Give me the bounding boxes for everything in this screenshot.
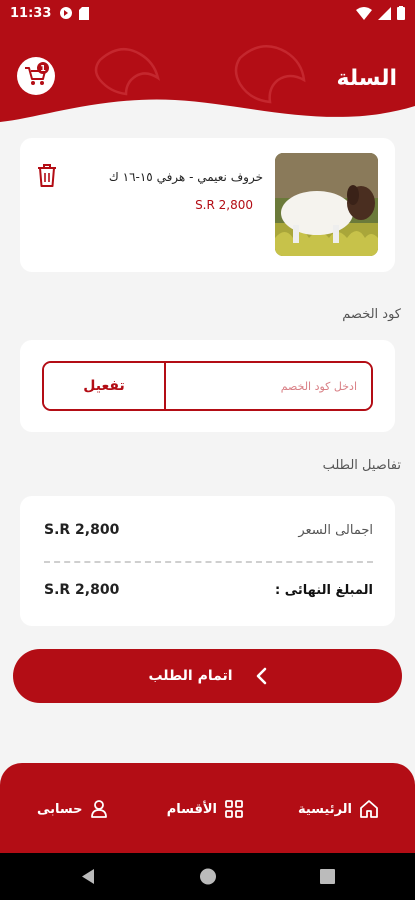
cart-count-badge: 1 [37,62,49,74]
back-icon[interactable] [82,869,94,884]
total-price-row: S.R 2,800 اجمالى السعر [44,522,373,538]
order-details-label: تفاصيل الطلب [322,458,401,473]
coupon-input[interactable] [166,363,371,409]
home-icon [360,800,378,818]
user-icon [90,800,107,818]
apply-coupon-button[interactable]: تفعيل [44,363,166,409]
nav-categories[interactable]: الأقسام [167,799,244,819]
notification-icon [60,7,73,19]
bottom-navigation: الرئيسية الأقسام حسابى [0,763,415,853]
delete-item-button[interactable] [35,162,59,188]
system-navigation-bar [0,853,415,900]
battery-icon [397,6,405,20]
status-bar: 11:33 [0,0,415,26]
coupon-section-label: كود الخصم [342,307,401,322]
product-price: S.R 2,800 [195,198,253,212]
recents-icon[interactable] [320,869,335,884]
status-time: 11:33 [10,5,52,21]
final-amount-value: S.R 2,800 [44,582,120,598]
nav-home[interactable]: الرئيسية [298,799,379,819]
checkout-button[interactable]: اتمام الطلب [13,649,402,703]
wifi-icon [356,6,372,20]
trash-icon [38,164,56,187]
cart-button[interactable]: 1 [17,57,55,95]
chevron-left-icon [256,667,266,685]
page-title: السلة [336,66,397,91]
nav-account[interactable]: حسابى [37,799,108,819]
product-name: خروف نعيمي - هرفي ١٥-١٦ ك [108,170,263,184]
dashed-divider [44,561,373,563]
sd-card-icon [79,6,90,20]
cart-item-card: خروف نعيمي - هرفي ١٥-١٦ ك S.R 2,800 [20,138,395,272]
app-header: 11:33 السلة 1 [0,0,415,135]
final-amount-row: S.R 2,800 المبلغ النهائى : [44,582,373,598]
order-summary-card: S.R 2,800 اجمالى السعر S.R 2,800 المبلغ … [20,496,395,626]
signal-icon [378,6,391,20]
checkout-label: اتمام الطلب [148,668,233,684]
coupon-box: تفعيل [42,361,373,411]
home-circle-icon[interactable] [200,868,216,885]
nav-categories-label: الأقسام [166,801,217,817]
total-price-label: اجمالى السعر [298,522,373,538]
nav-home-label: الرئيسية [297,801,352,817]
product-image [275,153,378,256]
nav-account-label: حسابى [37,801,83,817]
grid-icon [225,800,243,818]
final-amount-label: المبلغ النهائى : [275,582,373,598]
coupon-card: تفعيل [20,340,395,432]
total-price-value: S.R 2,800 [44,522,120,538]
